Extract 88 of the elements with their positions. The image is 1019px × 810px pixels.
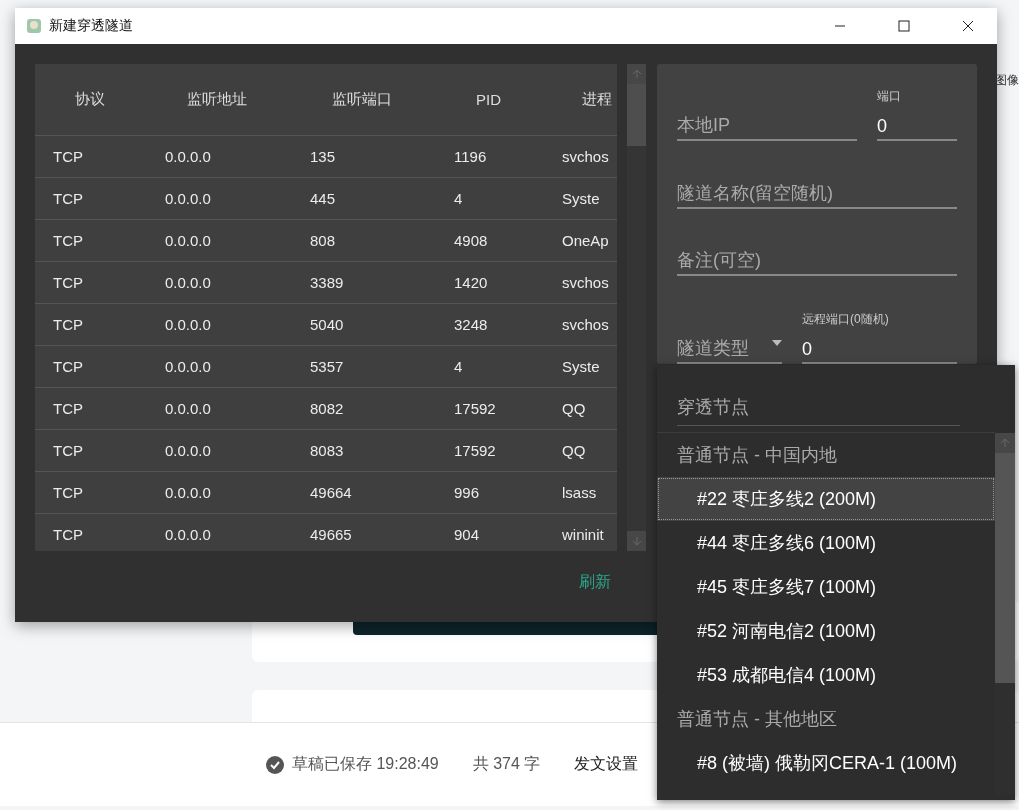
caret-icon bbox=[772, 340, 782, 346]
table-cell-text: 0.0.0.0 bbox=[165, 358, 212, 375]
name-field[interactable]: 隧道名称(留空随机) bbox=[677, 176, 957, 209]
table-cell-text: Syste bbox=[562, 190, 601, 207]
column-header: 协议 bbox=[74, 90, 106, 109]
scroll-thumb[interactable] bbox=[995, 453, 1015, 683]
table-cell-text: 4 bbox=[454, 358, 464, 375]
table-cell-text: 0.0.0.0 bbox=[165, 526, 212, 543]
ip-field[interactable]: 本地IP bbox=[677, 107, 857, 141]
close-icon bbox=[962, 20, 974, 32]
table-cell-text: OneAp bbox=[562, 232, 610, 249]
note-field[interactable]: 备注(可空) bbox=[677, 243, 957, 276]
table-cell-text: 17592 bbox=[454, 442, 497, 459]
node-option[interactable]: #44 枣庄多线6 (100M) bbox=[657, 521, 995, 565]
arrow-up-icon bbox=[1000, 438, 1010, 448]
group-header: 普通节点 - 中国内地 bbox=[676, 444, 838, 467]
table-cell-text: 0.0.0.0 bbox=[165, 148, 212, 165]
table-cell-text: TCP bbox=[53, 358, 84, 375]
table-cell-text: QQ bbox=[562, 442, 587, 459]
column-header: 监听端口 bbox=[331, 90, 393, 109]
word-count: 共 374 字 bbox=[472, 754, 541, 774]
arrow-up-icon bbox=[631, 69, 642, 79]
table-cell-text: 5357 bbox=[310, 358, 345, 375]
field-label: 端口 bbox=[877, 88, 902, 105]
scroll-up-button[interactable] bbox=[627, 64, 646, 84]
table-cell-text: 4908 bbox=[454, 232, 489, 249]
table-cell-text: svchos bbox=[562, 274, 610, 291]
table-cell-text: 0.0.0.0 bbox=[165, 190, 212, 207]
table-cell-text: 3389 bbox=[310, 274, 345, 291]
group-header: 普通节点 - 其他地区 bbox=[676, 708, 838, 731]
table-cell-text: TCP bbox=[53, 190, 84, 207]
column-header: PID bbox=[475, 91, 502, 108]
table-cell-text: TCP bbox=[53, 484, 84, 501]
column-header: 监听地址 bbox=[186, 90, 248, 109]
table-cell-text: QQ bbox=[562, 400, 587, 417]
app-icon bbox=[25, 17, 43, 35]
node-option[interactable]: #8 (被墙) 俄勒冈CERA-1 (100M) bbox=[657, 741, 995, 785]
node-option[interactable]: #52 河南电信2 (100M) bbox=[657, 609, 995, 653]
table-cell-text: TCP bbox=[53, 232, 84, 249]
node-field[interactable]: 穿透节点 bbox=[677, 395, 960, 426]
table-cell-text: 0.0.0.0 bbox=[165, 442, 212, 459]
table-cell-text: 0.0.0.0 bbox=[165, 400, 212, 417]
window-title: 新建穿透隧道 bbox=[49, 17, 134, 35]
check-icon bbox=[266, 755, 284, 774]
table-cell-text: 996 bbox=[454, 484, 481, 501]
table-cell-text: Syste bbox=[562, 358, 601, 375]
table-cell-text: 5040 bbox=[310, 316, 345, 333]
table-cell-text: 904 bbox=[454, 526, 481, 543]
refresh-button[interactable]: 刷新 bbox=[573, 571, 617, 594]
table-cell-text: 0.0.0.0 bbox=[165, 274, 212, 291]
table-cell-text: 0.0.0.0 bbox=[165, 232, 212, 249]
table-cell-text: lsass bbox=[562, 484, 598, 501]
table-cell-text: TCP bbox=[53, 274, 84, 291]
table-cell-text: TCP bbox=[53, 400, 84, 417]
table-cell-text: 0.0.0.0 bbox=[165, 484, 212, 501]
table-cell-text: 0.0.0.0 bbox=[165, 316, 212, 333]
table-cell-text: wininit bbox=[562, 526, 605, 543]
table-cell-text: 135 bbox=[310, 148, 337, 165]
table-cell-text: TCP bbox=[53, 526, 84, 543]
table-cell-text: svchos bbox=[562, 148, 610, 165]
table-cell-text: 8083 bbox=[310, 442, 345, 459]
save-status: 草稿已保存 19:28:49 bbox=[292, 754, 439, 774]
maximize-icon bbox=[898, 20, 910, 32]
node-option[interactable]: #22 枣庄多线2 (200M) bbox=[657, 477, 995, 521]
table-cell-text: TCP bbox=[53, 316, 84, 333]
node-option[interactable]: #53 成都电信4 (100M) bbox=[657, 653, 995, 697]
table-cell-text: 808 bbox=[310, 232, 337, 249]
table-cell-text: TCP bbox=[53, 442, 84, 459]
table-cell-text: 49664 bbox=[310, 484, 353, 501]
field-label: 远程端口(0随机) bbox=[802, 311, 890, 328]
table-cell-text: 4 bbox=[454, 190, 464, 207]
column-header: 进程 bbox=[581, 90, 613, 109]
table-cell-text: 1420 bbox=[454, 274, 489, 291]
scroll-down-button[interactable] bbox=[627, 531, 646, 551]
table-cell-text: 445 bbox=[310, 190, 337, 207]
node-option[interactable]: #45 枣庄多线7 (100M) bbox=[657, 565, 995, 609]
publish-settings-link[interactable]: 发文设置 bbox=[574, 754, 639, 775]
table-cell-text: TCP bbox=[53, 148, 84, 165]
scroll-up-button[interactable] bbox=[995, 433, 1015, 453]
table-cell-text: 3248 bbox=[454, 316, 489, 333]
port-field[interactable]: 0 bbox=[877, 107, 957, 141]
table-cell-text: svchos bbox=[562, 316, 610, 333]
table-cell-text: 8082 bbox=[310, 400, 345, 417]
scroll-thumb[interactable] bbox=[627, 84, 646, 146]
table-cell-text: 17592 bbox=[454, 400, 497, 417]
table-cell-text: 49665 bbox=[310, 526, 353, 543]
table-cell-text: 1196 bbox=[454, 148, 488, 165]
arrow-down-icon bbox=[631, 536, 642, 546]
